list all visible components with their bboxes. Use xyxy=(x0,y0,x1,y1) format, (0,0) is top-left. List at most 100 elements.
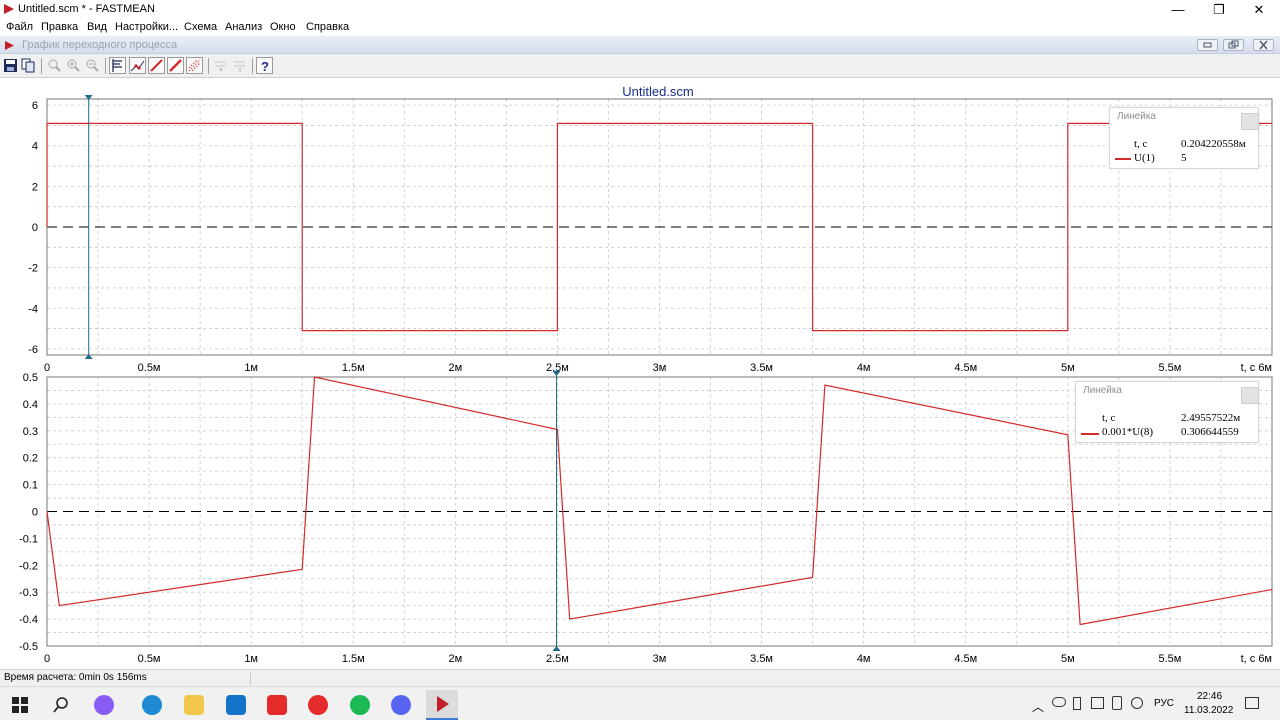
copy-button[interactable] xyxy=(20,57,37,74)
ruler-t-label: t, c xyxy=(1102,412,1116,424)
ruler-legend-bottom[interactable]: Линейка t, c 2.49557522м 0.001*U(8) 0.30… xyxy=(1075,381,1259,443)
x-tick-label: 5.5м xyxy=(1158,653,1181,665)
child-close-button[interactable] xyxy=(1253,39,1274,51)
ruler-series-value: 0.306644559 xyxy=(1181,426,1239,438)
status-bar: Время расчета: 0min 0s 156ms xyxy=(0,669,1280,686)
log-x-button[interactable] xyxy=(212,57,229,74)
menu-edit[interactable]: Правка xyxy=(41,21,78,33)
cursor-button[interactable] xyxy=(109,57,126,74)
child-minimize-button[interactable] xyxy=(1197,39,1218,51)
line-style-2-button[interactable] xyxy=(167,57,184,74)
menu-help[interactable]: Справка xyxy=(306,21,349,33)
usb-icon[interactable] xyxy=(1073,697,1081,710)
tray-chevron-icon[interactable]: ︿ xyxy=(1032,698,1044,715)
save-button[interactable] xyxy=(2,57,19,74)
yandex-browser-icon[interactable] xyxy=(308,695,328,715)
toolbar-separator xyxy=(208,58,209,74)
x-tick-label: t, c 6м xyxy=(1241,362,1272,374)
grid-button[interactable] xyxy=(186,57,203,74)
maximize-button[interactable]: ❐ xyxy=(1204,0,1234,19)
y-tick-label: -4 xyxy=(28,303,38,315)
toolbar: ? xyxy=(0,54,1280,78)
spotify-icon[interactable] xyxy=(350,695,370,715)
discord-icon[interactable] xyxy=(391,695,411,715)
explorer-icon[interactable] xyxy=(184,695,204,715)
restore-icon xyxy=(1228,40,1239,49)
ruler-t-value: 2.49557522м xyxy=(1181,412,1241,424)
minimize-button[interactable]: — xyxy=(1163,0,1193,19)
network-icon[interactable] xyxy=(1091,697,1104,709)
menu-view[interactable]: Вид xyxy=(87,21,107,33)
menu-window[interactable]: Окно xyxy=(270,21,296,33)
y-tick-label: 4 xyxy=(32,141,38,153)
minimize-icon xyxy=(1203,42,1212,48)
mail-icon[interactable] xyxy=(226,695,246,715)
y-tick-label: 0.5 xyxy=(23,372,38,384)
cursor-icon xyxy=(112,59,122,72)
menu-bar: Файл Правка Вид Настройки... Схема Анали… xyxy=(0,19,1280,36)
menu-settings[interactable]: Настройки... xyxy=(115,21,178,33)
ruler-legend-top[interactable]: Линейка t, c 0.204220558м U(1) 5 xyxy=(1109,107,1259,169)
y-tick-label: -0.2 xyxy=(19,560,38,572)
y-tick-label: 0 xyxy=(32,507,38,519)
legend-line-swatch xyxy=(1115,158,1131,160)
ruler-series-label: 0.001*U(8) xyxy=(1102,426,1154,438)
help-button[interactable]: ? xyxy=(256,57,273,74)
log-x-icon xyxy=(215,61,226,72)
zoom-out-icon xyxy=(48,59,61,72)
status-divider xyxy=(250,671,251,685)
toolbar-separator xyxy=(252,58,253,74)
fastmean-taskbar-button[interactable] xyxy=(426,690,458,720)
zoom-reset-button[interactable] xyxy=(84,57,101,74)
volume-icon[interactable] xyxy=(1131,697,1143,709)
markers-button[interactable] xyxy=(129,57,146,74)
zoom-out-button[interactable] xyxy=(46,57,63,74)
x-tick-label: 4.5м xyxy=(954,362,977,374)
transient-plot-area[interactable]: Untitled.scm 6 4 2 0 -2 -4 -6 0 0.5м 1м 1.5м 2м 2.5м 3… xyxy=(0,79,1280,665)
y-tick-label: 0.4 xyxy=(23,399,38,411)
ruler-legend-close-button[interactable] xyxy=(1241,113,1259,130)
x-tick-label: 1м xyxy=(244,653,258,665)
help-icon: ? xyxy=(261,59,269,74)
log-y-button[interactable] xyxy=(231,57,248,74)
y-tick-label: -2 xyxy=(28,263,38,275)
x-tick-label: 0.5м xyxy=(138,653,161,665)
x-tick-label: 2м xyxy=(448,362,462,374)
x-tick-label: 4.5м xyxy=(954,653,977,665)
language-indicator[interactable]: РУС xyxy=(1154,698,1174,709)
toolbar-separator xyxy=(105,58,106,74)
clock-date[interactable]: 11.03.2022 xyxy=(1184,705,1233,716)
windows-start-icon[interactable] xyxy=(10,695,30,715)
x-tick-label: 3.5м xyxy=(750,653,773,665)
clock-time[interactable]: 22:46 xyxy=(1197,691,1222,702)
child-restore-button[interactable] xyxy=(1223,39,1244,51)
svg-text:?: ? xyxy=(261,59,269,73)
wifi-icon[interactable] xyxy=(1112,696,1122,710)
x-tick-label: 2м xyxy=(448,653,462,665)
y-tick-label: -6 xyxy=(28,344,38,356)
edge-icon[interactable] xyxy=(142,695,162,715)
zoom-reset-icon xyxy=(86,59,99,72)
search-icon[interactable] xyxy=(51,695,71,715)
x-tick-label: 3.5м xyxy=(750,362,773,374)
save-icon xyxy=(4,59,17,72)
ruler-t-value: 0.204220558м xyxy=(1181,138,1246,150)
calc-time-status: Время расчета: 0min 0s 156ms xyxy=(4,672,147,683)
menu-file[interactable]: Файл xyxy=(6,21,33,33)
line-style-button[interactable] xyxy=(148,57,165,74)
y-tick-label: 0.2 xyxy=(23,453,38,465)
fastmean-app-icon xyxy=(4,4,14,14)
alice-icon[interactable] xyxy=(94,695,114,715)
chart-title: Untitled.scm xyxy=(622,84,694,99)
zoom-in-button[interactable] xyxy=(65,57,82,74)
ruler-legend-close-button[interactable] xyxy=(1241,387,1259,404)
menu-schema[interactable]: Схема xyxy=(184,21,217,33)
x-tick-label: 2.5м xyxy=(546,653,569,665)
yandex-icon[interactable] xyxy=(267,695,287,715)
close-button[interactable]: ✕ xyxy=(1244,0,1274,19)
onedrive-icon[interactable] xyxy=(1052,697,1066,707)
taskbar: ︿ РУС 22:46 11.03.2022 xyxy=(0,686,1280,720)
menu-analysis[interactable]: Анализ xyxy=(225,21,262,33)
x-tick-label: 3м xyxy=(653,362,667,374)
notifications-icon[interactable] xyxy=(1245,697,1259,709)
